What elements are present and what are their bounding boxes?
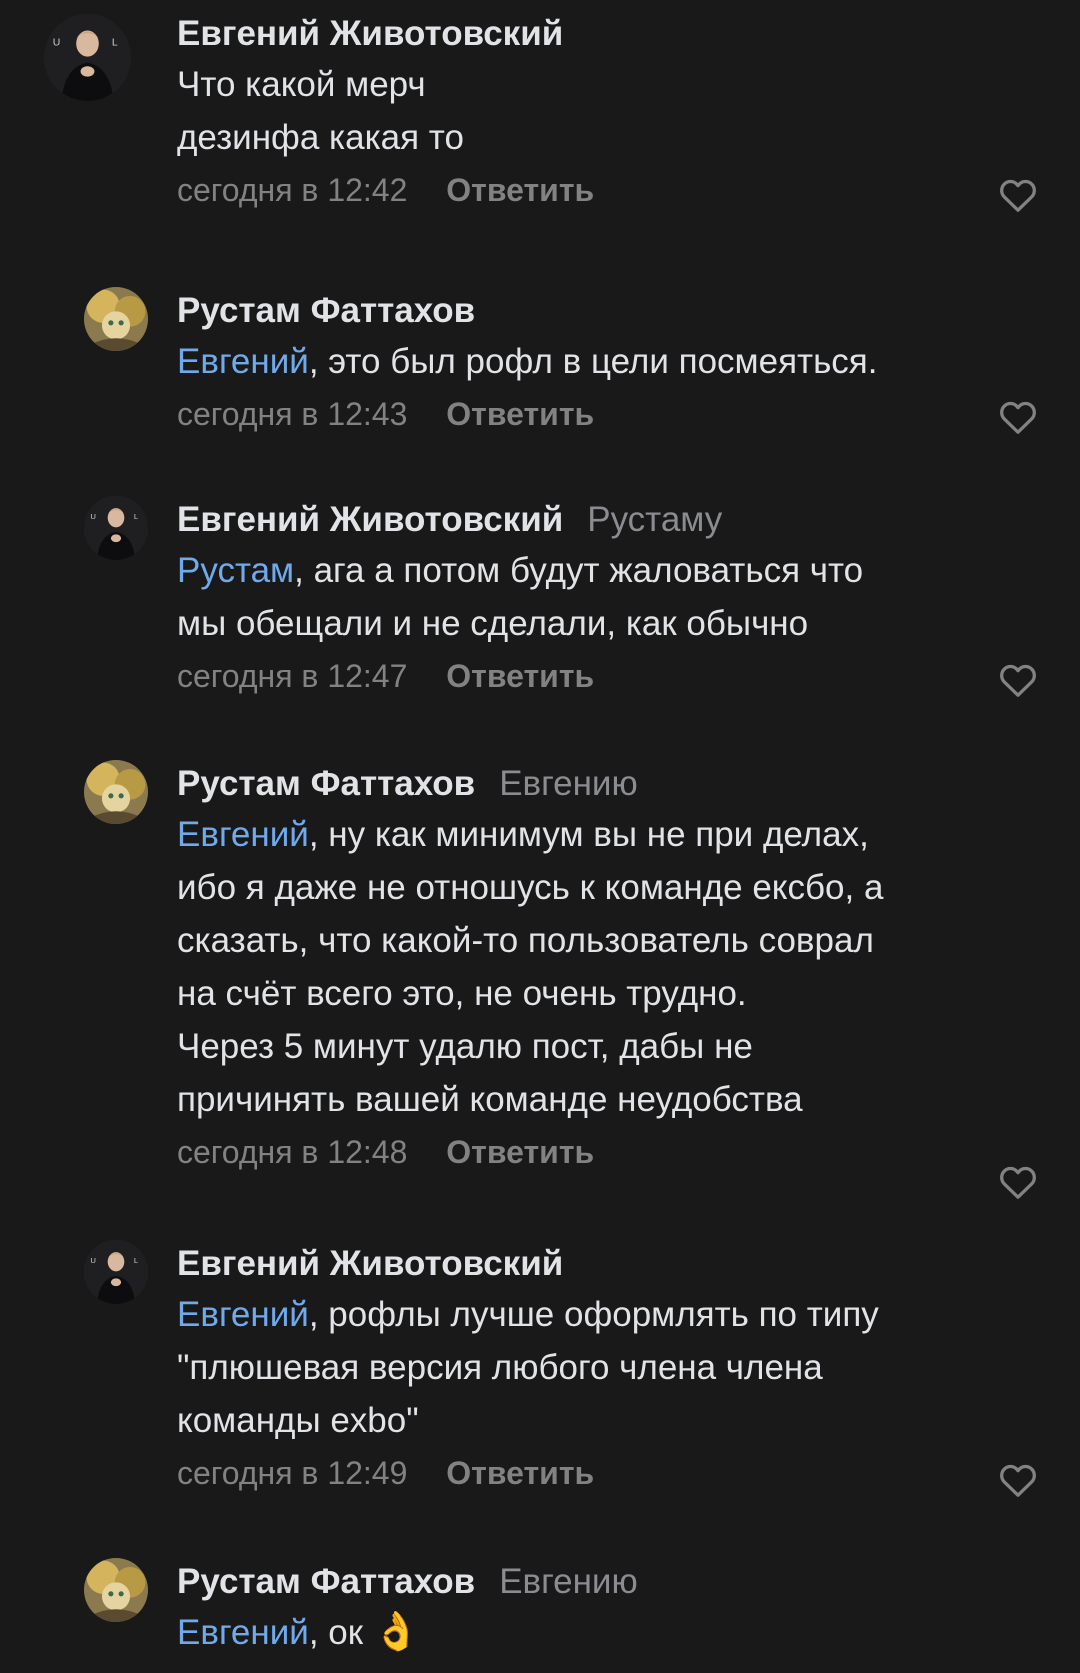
svg-text:U: U xyxy=(53,37,61,48)
comment-header: Евгений Животовский xyxy=(177,1240,1040,1288)
comment-time: сегодня в 12:47 xyxy=(177,658,408,694)
mention-link[interactable]: Евгений xyxy=(177,1295,309,1334)
comment-meta: сегодня в 12:42 Ответить xyxy=(177,164,1040,217)
like-button[interactable] xyxy=(996,1458,1040,1502)
comment-meta: сегодня в 12:43 Ответить xyxy=(177,388,1040,441)
mention-link[interactable]: Евгений xyxy=(177,815,309,854)
author-name[interactable]: Евгений Животовский xyxy=(177,500,563,539)
comment-header: Евгений Животовский xyxy=(177,10,1040,58)
like-button[interactable] xyxy=(996,658,1040,702)
comment-meta: сегодня в 12:48 Ответить xyxy=(177,1126,1040,1179)
reply-to-label[interactable]: Евгению xyxy=(499,1562,638,1601)
comment-body: Евгений Животовский Рустаму Рустам, ага а… xyxy=(177,496,1040,703)
heart-outline-icon xyxy=(1000,179,1036,212)
comment-time: сегодня в 12:42 xyxy=(177,172,408,208)
svg-text:U: U xyxy=(90,512,96,521)
comment-time: сегодня в 12:48 xyxy=(177,1134,408,1170)
comment-header: Евгений Животовский Рустаму xyxy=(177,496,1040,544)
comment-text: Евгений, ок 👌 xyxy=(177,1606,1040,1659)
mention-link[interactable]: Евгений xyxy=(177,342,309,381)
reply-to-label[interactable]: Евгению xyxy=(499,764,638,803)
svg-text:L: L xyxy=(134,512,139,521)
mention-link[interactable]: Рустам xyxy=(177,551,294,590)
ok-hand-emoji: 👌 xyxy=(372,1611,421,1653)
comment-header: Рустам Фаттахов Евгению xyxy=(177,760,1040,808)
comment-text-content: , ок xyxy=(308,1613,373,1652)
avatar[interactable] xyxy=(84,760,148,824)
comment-meta: сегодня в 12:47 Ответить xyxy=(177,650,1040,703)
comment-body: Рустам Фаттахов Евгению Евгений, ок 👌 xyxy=(177,1558,1040,1659)
avatar[interactable]: U L xyxy=(84,1240,148,1304)
comment-body: Евгений Животовский Евгений, рофлы лучше… xyxy=(177,1240,1040,1500)
author-name[interactable]: Рустам Фаттахов xyxy=(177,291,475,330)
author-name[interactable]: Евгений Животовский xyxy=(177,14,563,53)
reply-button[interactable]: Ответить xyxy=(446,1455,594,1491)
comment-text-content: , ну как минимум вы не при делах, ибо я … xyxy=(177,815,884,1119)
comment-text: Рустам, ага а потом будут жаловаться что… xyxy=(177,544,1040,650)
like-button[interactable] xyxy=(996,173,1040,217)
svg-text:U: U xyxy=(90,1256,96,1265)
author-name[interactable]: Рустам Фаттахов xyxy=(177,764,475,803)
avatar[interactable] xyxy=(84,1558,148,1622)
like-button[interactable] xyxy=(996,395,1040,439)
author-name[interactable]: Евгений Животовский xyxy=(177,1244,563,1283)
heart-outline-icon xyxy=(1000,401,1036,434)
comment-header: Рустам Фаттахов Евгению xyxy=(177,1558,1040,1606)
svg-text:L: L xyxy=(112,37,118,48)
reply-button[interactable]: Ответить xyxy=(446,658,594,694)
comment-text: Евгений, это был рофл в цели посмеяться. xyxy=(177,335,1040,388)
heart-outline-icon xyxy=(1000,1166,1036,1199)
comment-meta: сегодня в 12:49 Ответить xyxy=(177,1447,1040,1500)
author-name[interactable]: Рустам Фаттахов xyxy=(177,1562,475,1601)
comment-time: сегодня в 12:43 xyxy=(177,396,408,432)
comment-text-content: , это был рофл в цели посмеяться. xyxy=(308,342,878,381)
avatar[interactable]: U L xyxy=(84,496,148,560)
svg-text:L: L xyxy=(134,1256,139,1265)
heart-outline-icon xyxy=(1000,1464,1036,1497)
comment-header: Рустам Фаттахов xyxy=(177,287,1040,335)
reply-button[interactable]: Ответить xyxy=(446,1134,594,1170)
comment-text-content: Что какой мерч дезинфа какая то xyxy=(177,65,464,157)
reply-button[interactable]: Ответить xyxy=(446,172,594,208)
comment-body: Рустам Фаттахов Евгению Евгений, ну как м… xyxy=(177,760,1040,1179)
avatar[interactable] xyxy=(84,287,148,351)
comment-body: Рустам Фаттахов Евгений, это был рофл в … xyxy=(177,287,1040,441)
comment-text: Евгений, рофлы лучше оформлять по типу "… xyxy=(177,1288,1040,1447)
avatar[interactable]: U L xyxy=(44,14,131,101)
comment-time: сегодня в 12:49 xyxy=(177,1455,408,1491)
comment-body: Евгений Животовский Что какой мерч дезин… xyxy=(177,10,1040,217)
heart-outline-icon xyxy=(1000,664,1036,697)
mention-link[interactable]: Евгений xyxy=(177,1613,309,1652)
comments-feed: U L Евгений Животовский Что какой мерч д… xyxy=(0,0,1080,1673)
like-button[interactable] xyxy=(996,1160,1040,1204)
comment-text: Что какой мерч дезинфа какая то xyxy=(177,58,1040,164)
reply-button[interactable]: Ответить xyxy=(446,396,594,432)
reply-to-label[interactable]: Рустаму xyxy=(587,500,722,539)
comment-text: Евгений, ну как минимум вы не при делах,… xyxy=(177,808,1040,1126)
